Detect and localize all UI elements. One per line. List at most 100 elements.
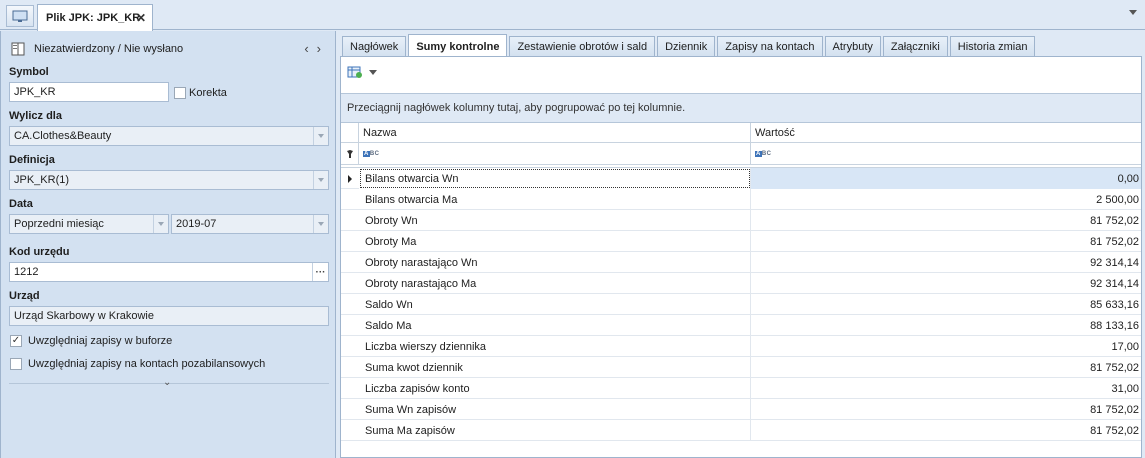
symbol-field[interactable]: JPK_KR — [9, 82, 169, 102]
document-tab-title: Plik JPK: JPK_KR — [46, 12, 141, 24]
cell-nazwa[interactable]: Suma kwot dziennik — [359, 357, 751, 378]
text-filter-icon: ABC — [755, 151, 772, 157]
bufor-checkbox-label: Uwzględniaj zapisy w buforze — [28, 335, 173, 347]
cell-nazwa[interactable]: Obroty Ma — [359, 231, 751, 252]
cell-wartosc[interactable]: 81 752,02 — [751, 231, 1141, 252]
chevron-down-icon[interactable] — [313, 171, 328, 189]
group-by-hint: Przeciągnij nagłówek kolumny tutaj, aby … — [341, 93, 1141, 123]
cell-wartosc[interactable]: 17,00 — [751, 336, 1141, 357]
table-row[interactable]: Obroty narastająco Wn 92 314,14 — [341, 252, 1141, 273]
tab-content: Przeciągnij nagłówek kolumny tutaj, aby … — [340, 56, 1142, 458]
filter-wartosc-input[interactable]: ABC — [751, 143, 1141, 165]
wylicz-value: CA.Clothes&Beauty — [14, 130, 112, 142]
wylicz-label: Wylicz dla — [9, 110, 62, 122]
table-row[interactable]: Bilans otwarcia Wn 0,00 — [341, 168, 1141, 189]
tab-5[interactable]: Atrybuty — [824, 36, 881, 57]
sumy-grid: Nazwa Wartość ABC ABC Bilans otwarcia Wn… — [341, 123, 1141, 441]
cell-nazwa[interactable]: Saldo Wn — [359, 294, 751, 315]
chevron-right-icon[interactable]: › — [317, 41, 329, 56]
cell-nazwa[interactable]: Saldo Ma — [359, 315, 751, 336]
pozabilansowe-checkbox-label: Uwzględniaj zapisy na kontach pozabilans… — [28, 358, 266, 370]
data-period-value: Poprzedni miesiąc — [14, 218, 104, 230]
table-row[interactable]: Suma Ma zapisów 81 752,02 — [341, 420, 1141, 441]
book-icon — [11, 42, 25, 56]
data-month-combo[interactable]: 2019-07 — [171, 214, 329, 234]
grid-header: Nazwa Wartość — [341, 123, 1141, 143]
kod-urzedu-field[interactable]: 1212 ··· — [9, 262, 329, 282]
chevron-down-icon[interactable] — [369, 69, 377, 75]
chevron-down-icon[interactable] — [313, 215, 328, 233]
column-header-wartosc[interactable]: Wartość — [751, 123, 1141, 143]
cell-nazwa[interactable]: Obroty Wn — [359, 210, 751, 231]
cell-nazwa[interactable]: Bilans otwarcia Wn — [359, 168, 751, 189]
tab-6[interactable]: Załączniki — [882, 36, 948, 57]
table-row[interactable]: Saldo Wn 85 633,16 — [341, 294, 1141, 315]
cell-wartosc[interactable]: 81 752,02 — [751, 210, 1141, 231]
definicja-value: JPK_KR(1) — [14, 174, 70, 186]
korekta-label: Korekta — [189, 87, 227, 99]
text-filter-icon: ABC — [363, 151, 380, 157]
tab-7[interactable]: Historia zmian — [949, 36, 1036, 57]
table-row[interactable]: Bilans otwarcia Ma 2 500,00 — [341, 189, 1141, 210]
cell-wartosc[interactable]: 85 633,16 — [751, 294, 1141, 315]
chevron-down-icon[interactable] — [1129, 10, 1137, 15]
cell-nazwa[interactable]: Bilans otwarcia Ma — [359, 189, 751, 210]
cell-wartosc[interactable]: 2 500,00 — [751, 189, 1141, 210]
table-row[interactable]: Obroty Ma 81 752,02 — [341, 231, 1141, 252]
table-row[interactable]: Suma Wn zapisów 81 752,02 — [341, 399, 1141, 420]
chevron-down-icon[interactable] — [313, 127, 328, 145]
cell-wartosc[interactable]: 92 314,14 — [751, 252, 1141, 273]
close-icon[interactable]: ✕ — [136, 11, 146, 25]
cell-wartosc[interactable]: 0,00 — [751, 168, 1141, 189]
tab-2[interactable]: Zestawienie obrotów i sald — [509, 36, 656, 57]
cell-wartosc[interactable]: 92 314,14 — [751, 273, 1141, 294]
toolbar — [347, 63, 377, 81]
table-row[interactable]: Suma kwot dziennik 81 752,02 — [341, 357, 1141, 378]
table-row[interactable]: Obroty narastająco Ma 92 314,14 — [341, 273, 1141, 294]
grid-rows: Bilans otwarcia Wn 0,00 Bilans otwarcia Ma… — [341, 168, 1141, 441]
chevron-left-icon[interactable]: ‹ — [304, 41, 316, 56]
form-panel: Niezatwierdzony / Nie wysłano ‹› Symbol … — [0, 31, 336, 458]
document-tab[interactable]: Plik JPK: JPK_KR ✕ — [37, 4, 153, 31]
chevron-down-icon[interactable]: ⌄ — [163, 377, 171, 388]
table-row[interactable]: Liczba zapisów konto 31,00 — [341, 378, 1141, 399]
refresh-grid-icon[interactable] — [347, 65, 363, 79]
cell-nazwa[interactable]: Obroty narastająco Ma — [359, 273, 751, 294]
cell-wartosc[interactable]: 31,00 — [751, 378, 1141, 399]
tab-3[interactable]: Dziennik — [657, 36, 716, 57]
cell-nazwa[interactable]: Liczba wierszy dziennika — [359, 336, 751, 357]
cell-nazwa[interactable]: Suma Wn zapisów — [359, 399, 751, 420]
definicja-label: Definicja — [9, 154, 55, 166]
table-row[interactable]: Obroty Wn 81 752,02 — [341, 210, 1141, 231]
cell-nazwa[interactable]: Liczba zapisów konto — [359, 378, 751, 399]
chevron-down-icon[interactable] — [153, 215, 168, 233]
cell-wartosc[interactable]: 81 752,02 — [751, 357, 1141, 378]
document-tab-strip: Plik JPK: JPK_KR ✕ — [0, 0, 1145, 31]
data-month-value: 2019-07 — [176, 218, 217, 230]
filter-icon — [341, 143, 359, 165]
bufor-checkbox[interactable]: ✓ — [10, 335, 22, 347]
cell-wartosc[interactable]: 88 133,16 — [751, 315, 1141, 336]
cell-wartosc[interactable]: 81 752,02 — [751, 399, 1141, 420]
definicja-combo[interactable]: JPK_KR(1) — [9, 170, 329, 190]
tab-1[interactable]: Sumy kontrolne — [408, 34, 508, 58]
cell-wartosc[interactable]: 81 752,02 — [751, 420, 1141, 441]
cell-nazwa[interactable]: Suma Ma zapisów — [359, 420, 751, 441]
tab-4[interactable]: Zapisy na kontach — [717, 36, 823, 57]
table-row[interactable]: Saldo Ma 88 133,16 — [341, 315, 1141, 336]
data-label: Data — [9, 198, 33, 210]
tab-bar: Nagłówek Sumy kontrolne Zestawienie obrotó… — [342, 34, 1037, 58]
wylicz-combo[interactable]: CA.Clothes&Beauty — [9, 126, 329, 146]
filter-row: ABC ABC — [341, 143, 1141, 165]
table-row[interactable]: Liczba wierszy dziennika 17,00 — [341, 336, 1141, 357]
tab-0[interactable]: Nagłówek — [342, 36, 407, 57]
cell-nazwa[interactable]: Obroty narastająco Wn — [359, 252, 751, 273]
ellipsis-icon[interactable]: ··· — [312, 263, 328, 281]
data-period-combo[interactable]: Poprzedni miesiąc — [9, 214, 169, 234]
column-header-nazwa[interactable]: Nazwa — [359, 123, 751, 143]
korekta-checkbox[interactable] — [174, 87, 186, 99]
monitor-icon[interactable] — [6, 5, 34, 27]
filter-nazwa-input[interactable]: ABC — [359, 143, 751, 165]
pozabilansowe-checkbox[interactable] — [10, 358, 22, 370]
urzad-field: Urząd Skarbowy w Krakowie — [9, 306, 329, 326]
